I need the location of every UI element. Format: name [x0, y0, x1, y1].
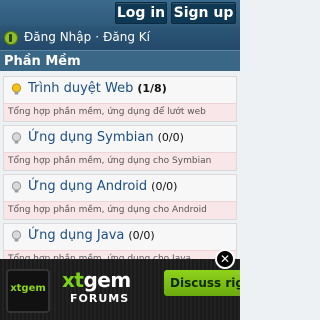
close-icon[interactable]: ✕: [215, 249, 235, 269]
auth-bar: Đăng Nhập · Đăng Kí: [0, 26, 240, 50]
ad-brand-suffix: gem: [83, 268, 131, 292]
lightbulb-icon: [11, 181, 22, 193]
item-description: Tổng hợp phần mềm, ứng dụng cho Symbian: [4, 152, 236, 170]
ad-subtitle: FORUMS: [70, 292, 130, 305]
category-list: Trình duyệt Web (1/8) Tổng hợp phần mềm, …: [3, 76, 237, 272]
login-link[interactable]: Đăng Nhập: [24, 30, 91, 44]
item-description: Tổng hợp phần mềm, ứng dụng cho Android: [4, 201, 236, 219]
lightbulb-icon: [11, 132, 22, 144]
item-title: Trình duyệt Web (1/8): [28, 81, 167, 96]
item-count: (0/0): [157, 131, 184, 144]
lightbulb-icon: [11, 83, 22, 95]
category-link[interactable]: Ứng dụng Symbian: [28, 130, 154, 145]
item-header: Ứng dụng Android (0/0): [4, 175, 236, 201]
list-item[interactable]: Trình duyệt Web (1/8) Tổng hợp phần mềm, …: [3, 76, 237, 122]
category-link[interactable]: Trình duyệt Web: [28, 81, 133, 96]
item-header: Ứng dụng Java (0/0): [4, 224, 236, 250]
ad-brand: xtgem: [62, 268, 131, 292]
auth-links: Đăng Nhập · Đăng Kí: [24, 30, 150, 44]
top-bar: Log in Sign up: [0, 0, 240, 26]
ad-brand-prefix: xt: [62, 268, 84, 292]
item-count: (1/8): [137, 82, 167, 95]
auth-separator: ·: [95, 30, 100, 44]
ad-cta-button[interactable]: Discuss right: [164, 270, 240, 296]
item-header: Trình duyệt Web (1/8): [4, 77, 236, 103]
item-description: Tổng hợp phần mềm, ứng dụng để lướt web: [4, 103, 236, 121]
item-count: (0/0): [128, 229, 155, 242]
login-button[interactable]: Log in: [115, 2, 167, 24]
category-link[interactable]: Ứng dụng Android: [28, 179, 147, 194]
xtgem-logo: xtgem: [6, 269, 50, 313]
list-item[interactable]: Ứng dụng Android (0/0) Tổng hợp phần mềm,…: [3, 174, 237, 220]
signup-button[interactable]: Sign up: [171, 2, 236, 24]
item-title: Ứng dụng Android (0/0): [28, 179, 177, 194]
section-title: Phần Mềm: [0, 50, 240, 71]
power-icon: [4, 31, 18, 45]
item-count: (0/0): [151, 180, 178, 193]
item-title: Ứng dụng Java (0/0): [28, 228, 155, 243]
list-item[interactable]: Ứng dụng Symbian (0/0) Tổng hợp phần mềm,…: [3, 125, 237, 171]
register-link[interactable]: Đăng Kí: [103, 30, 150, 44]
category-link[interactable]: Ứng dụng Java: [28, 228, 124, 243]
item-title: Ứng dụng Symbian (0/0): [28, 130, 184, 145]
item-header: Ứng dụng Symbian (0/0): [4, 126, 236, 152]
lightbulb-icon: [11, 230, 22, 242]
